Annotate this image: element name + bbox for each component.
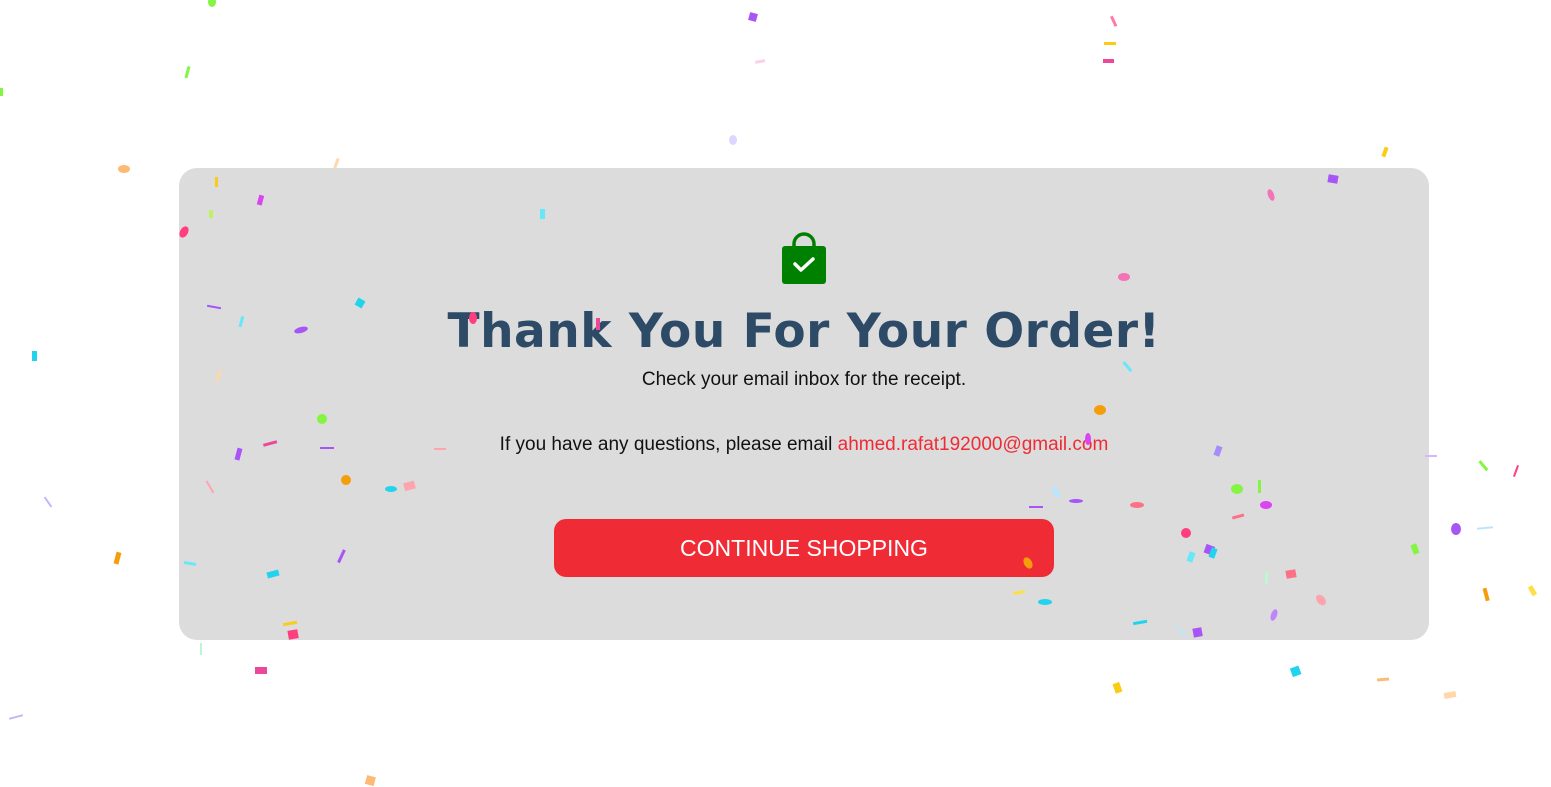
order-confirmation-card: Thank You For Your Order! Check your ema… (179, 168, 1429, 640)
contact-message: If you have any questions, please email … (179, 433, 1429, 457)
continue-shopping-button[interactable]: CONTINUE SHOPPING (554, 519, 1054, 577)
contact-message-text: If you have any questions, please email (499, 434, 838, 455)
receipt-message: Check your email inbox for the receipt. (641, 369, 967, 390)
page: Thank You For Your Order! Check your ema… (0, 0, 1551, 787)
shopping-bag-check-icon (782, 232, 826, 284)
contact-email-link[interactable]: ahmed.rafat192000@gmail.com (838, 434, 1109, 455)
page-title: Thank You For Your Order! (447, 304, 1161, 359)
